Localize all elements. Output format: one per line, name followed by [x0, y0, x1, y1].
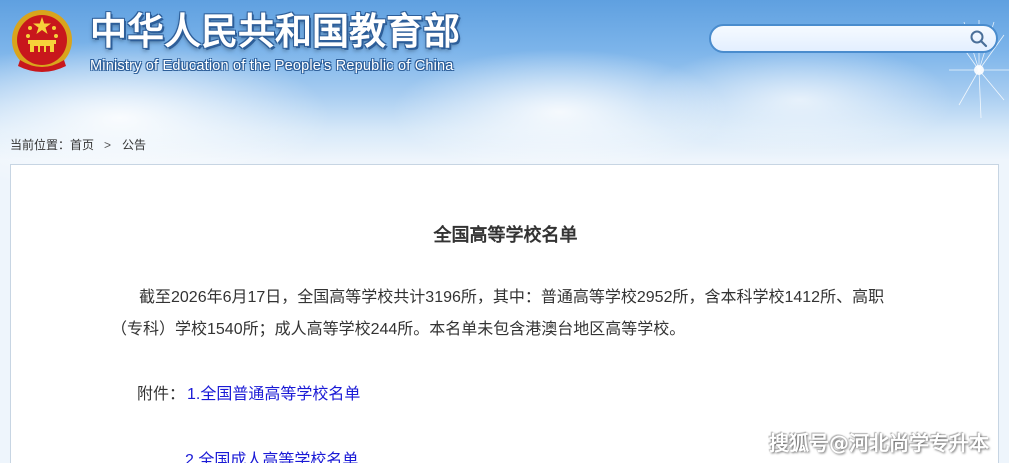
dandelion-decoration [949, 20, 1009, 119]
breadcrumb-home-link[interactable]: 首页 [70, 138, 94, 152]
national-emblem-icon[interactable] [10, 8, 74, 74]
breadcrumb-announcement-link[interactable]: 公告 [122, 138, 146, 152]
attachment-link-regular-schools[interactable]: 1.全国普通高等学校名单 [187, 386, 360, 403]
attachment-row-1: 附件： 1.全国普通高等学校名单 [137, 380, 360, 404]
site-title[interactable]: 中华人民共和国教育部 [90, 10, 460, 54]
attachment-row-2: 2.全国成人高等学校名单 [185, 446, 358, 463]
site-subtitle: Ministry of Education of the People's Re… [90, 58, 454, 74]
search-icon[interactable] [968, 29, 990, 49]
search-box[interactable] [709, 24, 998, 53]
breadcrumb-separator: > [104, 138, 112, 152]
article-title: 全国高等学校名单 [433, 225, 578, 246]
breadcrumb: 当前位置：首页 > 公告 [10, 136, 146, 153]
breadcrumb-prefix: 当前位置： [10, 138, 71, 152]
article-panel: 全国高等学校名单 截至2026年6月17日，全国高等学校共计3196所，其中：普… [10, 164, 999, 463]
search-input[interactable] [723, 29, 963, 49]
attachment-link-adult-schools[interactable]: 2.全国成人高等学校名单 [185, 452, 358, 463]
watermark: 搜狐号@河北尚学专升本 [769, 431, 989, 455]
attachments-label: 附件： [137, 386, 186, 403]
article-paragraph: 截至2026年6月17日，全国高等学校共计3196所，其中：普通高等学校2952… [111, 289, 885, 338]
